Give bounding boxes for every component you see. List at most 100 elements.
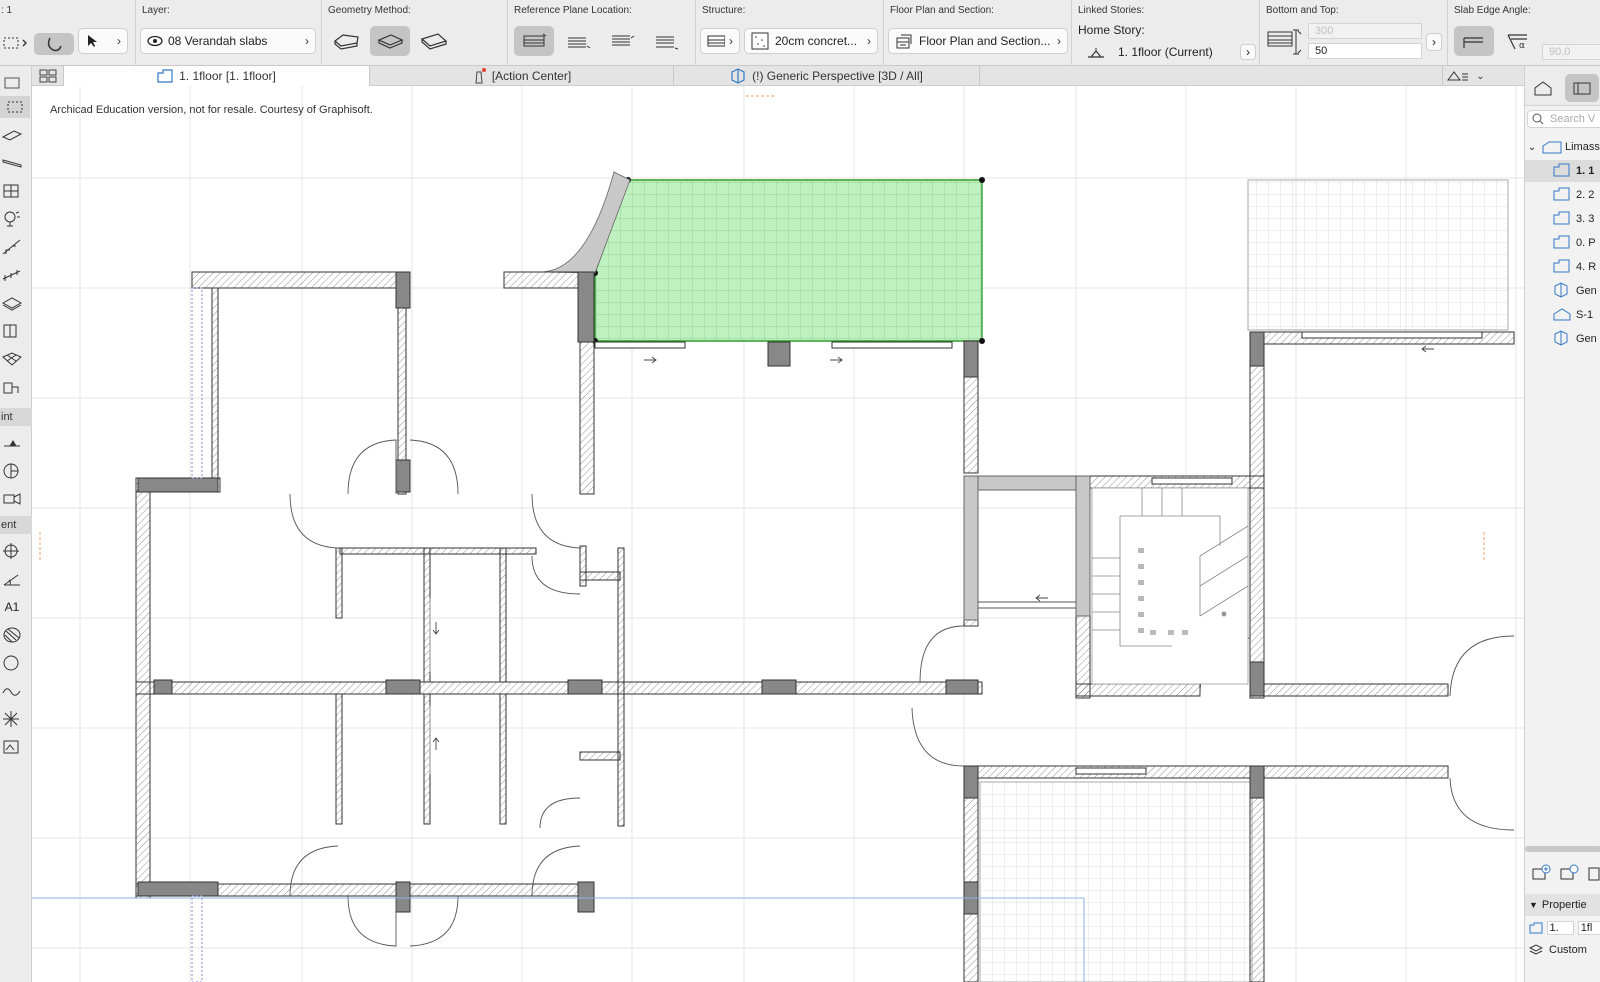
refplane-top-button[interactable]	[514, 26, 554, 56]
hotspot-icon	[3, 711, 19, 727]
tab-overview-button[interactable]	[32, 66, 64, 86]
story-view-icon	[1553, 211, 1571, 228]
project-root[interactable]: ⌄ Limass	[1525, 136, 1600, 158]
arrow-tool-popup[interactable]: ›	[78, 28, 128, 54]
point-group-header[interactable]: int	[0, 408, 32, 426]
spline-tool[interactable]	[0, 680, 24, 702]
floorplan-settings-button[interactable]: Floor Plan and Section... ›	[888, 28, 1068, 54]
geometry-rotated-button[interactable]	[414, 26, 454, 56]
tab-3d-view[interactable]: (!) Generic Perspective [3D / All]	[674, 66, 980, 86]
shell-tool[interactable]	[0, 292, 24, 314]
building-material-selector[interactable]: 20cm concret... ›	[744, 28, 878, 54]
edge-angled-button[interactable]: α	[1498, 26, 1538, 56]
navigator-item-perspective[interactable]: Gen	[1525, 280, 1600, 302]
navigator-item-perspective[interactable]: Gen	[1525, 328, 1600, 350]
floor-plan-canvas[interactable]: Archicad Education version, not for resa…	[32, 86, 1524, 982]
curtain-wall-left	[191, 287, 203, 982]
search-icon	[1532, 113, 1544, 125]
fill-tool[interactable]	[0, 624, 24, 646]
navigator-item-story[interactable]: 1. 1	[1525, 160, 1600, 182]
railing-tool[interactable]	[0, 264, 24, 286]
info-box: : 1 › Layer: 08 Verandah slabs › Geometr…	[0, 0, 1600, 66]
hotspot-tool[interactable]	[0, 540, 24, 562]
chevron-right-icon[interactable]: ›	[1426, 33, 1442, 51]
curtain-wall-tool[interactable]	[0, 180, 24, 202]
floor-plan-drawing[interactable]	[32, 86, 1524, 982]
perspective-view-icon	[1553, 281, 1571, 301]
refplane-core-top-button[interactable]	[558, 26, 598, 56]
slab-tool[interactable]	[0, 124, 24, 146]
angle-dimension-tool[interactable]	[0, 568, 24, 590]
chevron-right-icon[interactable]: ›	[1240, 44, 1256, 60]
navigator-toolbar	[1525, 66, 1600, 106]
navigator-item-section[interactable]: S-1	[1525, 304, 1600, 326]
refplane-bottom-button[interactable]	[646, 26, 686, 56]
section-tool[interactable]	[0, 460, 24, 482]
roof-tool[interactable]	[0, 152, 24, 174]
hotspot-star-tool[interactable]	[0, 708, 24, 730]
circle-icon	[3, 655, 19, 671]
navigator-item-story[interactable]: 3. 3	[1525, 208, 1600, 230]
navigator-item-label: 1. 1	[1576, 165, 1595, 177]
marquee-tool[interactable]	[0, 96, 30, 118]
home-story-selector[interactable]: 1. 1floor (Current) ›	[1086, 43, 1256, 61]
curtain-wall-icon	[3, 184, 19, 198]
properties-custom-row[interactable]: Custom	[1525, 940, 1600, 960]
story-view-icon	[1553, 235, 1571, 252]
navigator-item-story[interactable]: 2. 2	[1525, 184, 1600, 206]
bottomtop-title: Bottom and Top:	[1266, 5, 1339, 16]
navigator-actions	[1525, 862, 1600, 886]
layer-selector[interactable]: 08 Verandah slabs ›	[140, 28, 316, 54]
tab-overview-icon[interactable]	[0, 72, 24, 94]
view-options-button[interactable]: ⌄	[1442, 66, 1488, 86]
lamp-tool[interactable]	[0, 208, 24, 230]
property-name-field[interactable]: 1fl	[1577, 921, 1600, 935]
top-offset-field[interactable]: 300	[1308, 23, 1422, 39]
magic-wand-button[interactable]	[34, 33, 74, 55]
slab-tiled-bottom	[979, 781, 1253, 982]
navigator-item-story[interactable]: 4. R	[1525, 256, 1600, 278]
navigator-item-story[interactable]: 0. P	[1525, 232, 1600, 254]
view-map-button[interactable]	[1565, 74, 1599, 102]
refplane-core-bottom-button[interactable]	[602, 26, 642, 56]
mesh-tool[interactable]	[0, 348, 24, 370]
sliding-door	[978, 601, 1076, 609]
dimension-level-tool[interactable]	[0, 432, 24, 454]
view-tab-bar: 1. 1floor [1. 1floor] [Action Center] (!…	[32, 66, 1524, 86]
project-map-icon[interactable]	[1533, 80, 1553, 101]
circle-tool[interactable]	[0, 652, 24, 674]
stair	[1091, 487, 1249, 685]
skylight-tool[interactable]	[0, 320, 24, 342]
3d-view-icon	[731, 68, 745, 84]
lighthouse-icon	[475, 68, 486, 84]
navigator-scrollbar[interactable]	[1525, 846, 1600, 852]
tab-floor-plan[interactable]: 1. 1floor [1. 1floor]	[64, 66, 370, 86]
chevron-right-icon: ›	[867, 34, 871, 48]
thickness-field[interactable]: 50	[1308, 43, 1422, 59]
perspective-view-icon	[1553, 329, 1571, 349]
zone-tool[interactable]	[0, 376, 24, 398]
navigator-search-field[interactable]: Search V	[1527, 110, 1600, 128]
geometry-title: Geometry Method:	[328, 5, 411, 16]
structure-type-popup[interactable]: ›	[700, 28, 740, 54]
marquee-tool-button[interactable]	[0, 32, 32, 54]
new-view-icon[interactable]	[1531, 864, 1551, 887]
figure-tool[interactable]	[0, 736, 24, 758]
clone-view-icon[interactable]	[1559, 864, 1579, 887]
camera-tool[interactable]	[0, 488, 24, 510]
edge-perpendicular-button[interactable]	[1454, 26, 1494, 56]
tab-action-center[interactable]: [Action Center]	[370, 66, 674, 86]
settings-icon[interactable]	[1587, 864, 1600, 887]
toolbox: int ent A1	[0, 66, 32, 982]
element-group-header[interactable]: ent	[0, 516, 32, 534]
navigator-item-label: 0. P	[1576, 237, 1596, 249]
edge-angle-field[interactable]: 90,0	[1542, 44, 1600, 60]
geometry-polygonal-button[interactable]	[326, 26, 366, 56]
layers-icon	[1529, 944, 1543, 955]
stair-tool[interactable]	[0, 236, 24, 258]
text-tool[interactable]: A1	[0, 596, 24, 618]
geometry-rectangular-button[interactable]	[370, 26, 410, 56]
properties-header[interactable]: ▼ Propertie	[1525, 894, 1600, 916]
section-icon	[3, 463, 19, 479]
property-id-field[interactable]: 1.	[1546, 921, 1574, 935]
